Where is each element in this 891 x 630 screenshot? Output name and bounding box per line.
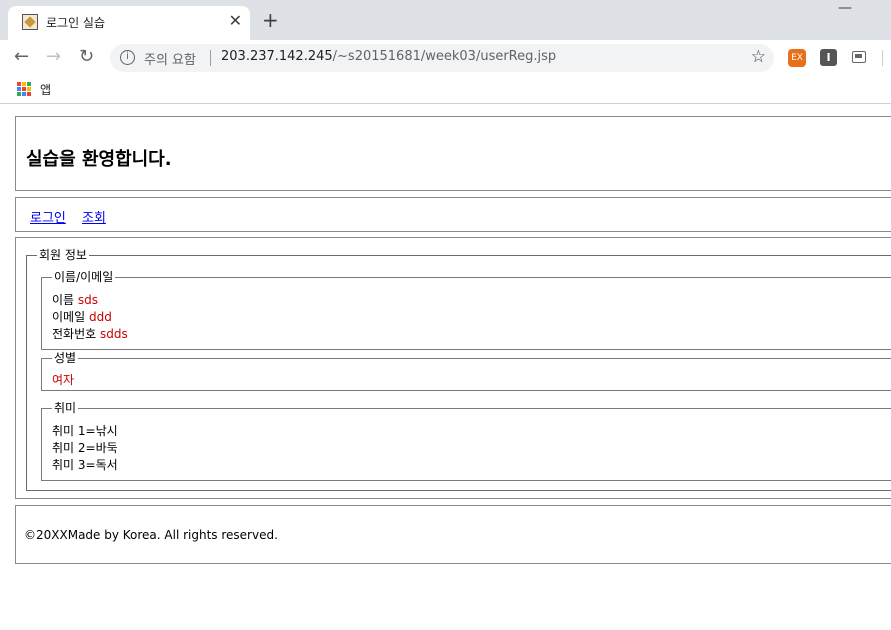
forward-icon[interactable]: → bbox=[46, 46, 61, 68]
gender-fieldset: 성별 여자 bbox=[41, 351, 891, 391]
hobby-row: 취미 1=낚시 bbox=[52, 424, 118, 438]
hobby-row: 취미 3=독서 bbox=[52, 458, 118, 472]
content-section: 회원 정보 이름/이메일 이름 sds 이메일 ddd 전화번호 sdds 성별 bbox=[15, 237, 891, 499]
footer-text: ©20XXMade by Korea. All rights reserved. bbox=[24, 528, 278, 542]
email-value: ddd bbox=[88, 310, 112, 324]
name-email-legend: 이름/이메일 bbox=[52, 270, 116, 284]
bookmarks-bar: 앱 bbox=[0, 76, 891, 104]
url-host: 203.237.142.245 bbox=[221, 49, 333, 64]
minimize-icon[interactable]: — bbox=[838, 0, 852, 16]
page-title: 실습을 환영합니다. bbox=[26, 149, 172, 170]
name-value: sds bbox=[77, 293, 99, 307]
hobby-row: 취미 2=바둑 bbox=[52, 441, 118, 455]
separator bbox=[210, 50, 211, 66]
bookmark-star-icon[interactable]: ☆ bbox=[751, 47, 766, 67]
name-label: 이름 bbox=[52, 293, 75, 307]
tab-strip: 로그인 실습 ✕ + — bbox=[0, 0, 891, 40]
nav-view-link[interactable]: 조회 bbox=[82, 207, 106, 226]
apps-grid-icon[interactable] bbox=[17, 82, 31, 96]
name-row: 이름 sds bbox=[52, 292, 98, 308]
gender-value: 여자 bbox=[52, 373, 75, 387]
extension-screen-icon[interactable] bbox=[852, 51, 866, 63]
nav-section: 로그인 조회 bbox=[15, 197, 891, 232]
email-label: 이메일 bbox=[52, 310, 86, 324]
hobby-legend: 취미 bbox=[52, 401, 79, 415]
extension-info-icon[interactable]: I bbox=[820, 49, 837, 66]
toolbar-divider bbox=[882, 50, 883, 66]
browser-toolbar: ← → ↻ i 주의 요함 203.237.142.245/~s20151681… bbox=[0, 40, 891, 76]
phone-row: 전화번호 sdds bbox=[52, 326, 128, 342]
phone-value: sdds bbox=[100, 327, 128, 341]
header-section: 실습을 환영합니다. bbox=[15, 116, 891, 191]
address-bar[interactable]: i 주의 요함 203.237.142.245/~s20151681/week0… bbox=[110, 44, 774, 72]
email-row: 이메일 ddd bbox=[52, 309, 112, 325]
gender-legend: 성별 bbox=[52, 351, 79, 365]
browser-tab[interactable]: 로그인 실습 ✕ bbox=[8, 6, 250, 40]
security-label[interactable]: 주의 요함 bbox=[144, 49, 196, 68]
url-path: /~s20151681/week03/userReg.jsp bbox=[332, 49, 557, 64]
hobby-fieldset: 취미 취미 1=낚시 취미 2=바둑 취미 3=독서 bbox=[41, 401, 891, 481]
name-email-fieldset: 이름/이메일 이름 sds 이메일 ddd 전화번호 sdds bbox=[41, 270, 891, 350]
page-content: 실습을 환영합니다. 로그인 조회 회원 정보 이름/이메일 이름 sds 이메… bbox=[0, 105, 891, 630]
footer-section: ©20XXMade by Korea. All rights reserved. bbox=[15, 505, 891, 564]
close-tab-icon[interactable]: ✕ bbox=[229, 11, 242, 30]
apps-label[interactable]: 앱 bbox=[40, 81, 51, 98]
info-icon[interactable]: i bbox=[120, 50, 135, 65]
url-text[interactable]: 203.237.142.245/~s20151681/week03/userRe… bbox=[221, 49, 556, 64]
phone-label: 전화번호 bbox=[52, 327, 97, 341]
extension-ex-icon[interactable]: EX bbox=[788, 49, 806, 67]
back-icon[interactable]: ← bbox=[14, 46, 29, 68]
gender-row: 여자 bbox=[52, 372, 74, 388]
reload-icon[interactable]: ↻ bbox=[79, 46, 94, 68]
nav-login-link[interactable]: 로그인 bbox=[30, 207, 66, 226]
favicon-icon bbox=[22, 14, 38, 30]
tab-title: 로그인 실습 bbox=[46, 16, 106, 30]
member-info-legend: 회원 정보 bbox=[37, 248, 89, 262]
member-info-fieldset: 회원 정보 이름/이메일 이름 sds 이메일 ddd 전화번호 sdds 성별 bbox=[26, 248, 891, 491]
new-tab-icon[interactable]: + bbox=[262, 8, 279, 32]
